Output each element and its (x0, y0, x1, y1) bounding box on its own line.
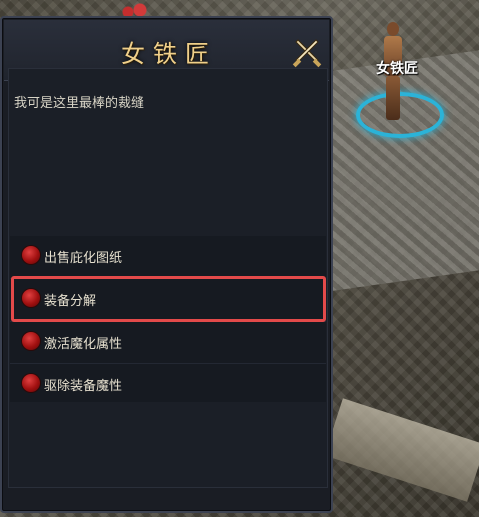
red-orb-icon (22, 332, 40, 350)
dialog-title: 女铁匠 (121, 40, 217, 68)
npc-head (387, 22, 399, 36)
option-label: 激活魔化属性 (44, 337, 123, 352)
npc-legs (386, 76, 400, 120)
close-button[interactable] (290, 36, 324, 70)
highlight-frame (11, 276, 326, 322)
option-remove-enchant[interactable]: 驱除装备魔性 (10, 363, 326, 402)
option-activate-enchant[interactable]: 激活魔化属性 (10, 321, 326, 360)
option-sell-blueprint[interactable]: 出售庇化图纸 (10, 236, 326, 274)
npc-name-label: 女铁匠 (376, 61, 418, 77)
option-label: 驱除装备魔性 (44, 379, 123, 394)
stone-railing (324, 398, 479, 502)
red-orb-icon (22, 374, 40, 392)
crossed-swords-icon (292, 39, 322, 68)
npc-greeting-text: 我可是这里最棒的裁缝 (14, 96, 145, 111)
red-orb-icon (22, 246, 40, 264)
option-label: 出售庇化图纸 (44, 251, 123, 266)
